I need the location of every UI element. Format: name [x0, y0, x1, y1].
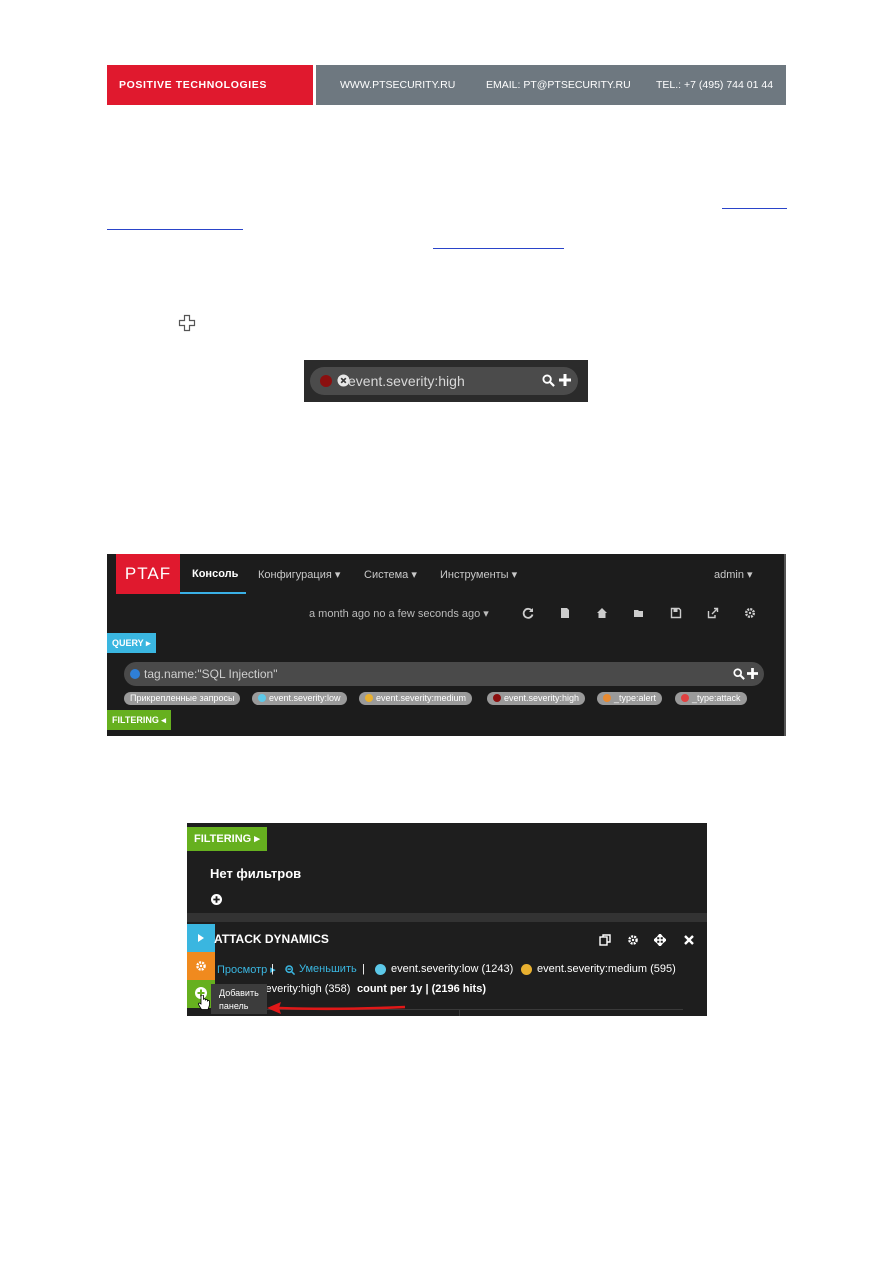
phone-number: TEL.: +7 (495) 744 01 44: [656, 79, 774, 91]
zoom-out-button[interactable]: Уменьшить: [299, 963, 357, 975]
legend-dot-icon: [375, 964, 386, 975]
link-underline[interactable]: [433, 248, 564, 249]
link-underline[interactable]: [722, 208, 787, 209]
share-icon[interactable]: [707, 607, 719, 619]
scrollbar[interactable]: [784, 554, 786, 736]
ptaf-console-screenshot: PTAF Консоль Конфигурация ▾ Система ▾ Ин…: [107, 554, 786, 736]
search-bar-screenshot: event.severity:high: [304, 360, 588, 402]
time-range-picker[interactable]: a month ago no a few seconds ago ▾: [309, 607, 489, 620]
zoom-out-icon: [285, 965, 295, 975]
plus-outline-icon: [178, 314, 196, 332]
dot-icon: [365, 694, 373, 702]
website-link[interactable]: WWW.PTSECURITY.RU: [340, 65, 455, 105]
nav-system[interactable]: Система ▾: [364, 568, 417, 581]
nav-console[interactable]: Консоль: [192, 568, 238, 580]
chart-divider: [459, 1009, 460, 1016]
search-icon[interactable]: [542, 374, 555, 387]
dot-icon: [603, 694, 611, 702]
add-query-icon[interactable]: [747, 668, 758, 679]
separator: |: [271, 963, 274, 975]
filtering-toggle-button[interactable]: FILTERING ▸: [187, 827, 267, 851]
header-contact-bar: WWW.PTSECURITY.RU EMAIL: PT@PTSECURITY.R…: [316, 65, 786, 105]
user-menu[interactable]: admin ▾: [714, 568, 753, 581]
add-filter-icon[interactable]: [211, 894, 222, 905]
tooltip-line: панель: [219, 1001, 249, 1011]
row-settings-button[interactable]: [187, 952, 215, 980]
settings-gear-icon[interactable]: [744, 607, 756, 619]
add-panel-tooltip: Добавить панель: [211, 984, 267, 1014]
nav-active-indicator: [180, 592, 246, 594]
query-toggle-button[interactable]: QUERY ▸: [107, 633, 156, 653]
header-brand-bar: POSITIVE TECHNOLOGIES: [107, 65, 313, 105]
pinned-queries-pill[interactable]: Прикрепленные запросы: [124, 692, 241, 705]
legend-severity-low[interactable]: event.severity:low (1243): [391, 963, 513, 975]
ptaf-logo[interactable]: PTAF: [116, 554, 180, 594]
nav-configuration[interactable]: Конфигурация ▾: [258, 568, 340, 581]
email-link[interactable]: EMAIL: PT@PTSECURITY.RU: [486, 65, 631, 105]
query-field[interactable]: event.severity:high: [310, 367, 578, 395]
pill-type-alert[interactable]: _type:alert: [597, 692, 663, 705]
severity-dot-icon: [320, 375, 332, 387]
pill-severity-high[interactable]: event.severity:high: [487, 692, 586, 705]
dot-icon: [493, 694, 501, 702]
nav-tools[interactable]: Инструменты ▾: [440, 568, 517, 581]
dot-icon: [681, 694, 689, 702]
caret-right-icon: [198, 934, 204, 942]
dot-icon: [258, 694, 266, 702]
query-input[interactable]: tag.name:"SQL Injection": [124, 662, 764, 686]
separator: |: [362, 963, 365, 975]
pill-severity-low[interactable]: event.severity:low: [252, 692, 347, 705]
pill-type-attack[interactable]: _type:attack: [675, 692, 747, 705]
duplicate-icon[interactable]: [599, 934, 611, 946]
new-document-icon[interactable]: [559, 607, 571, 619]
query-text: tag.name:"SQL Injection": [144, 667, 278, 681]
link-underline[interactable]: [107, 229, 243, 230]
no-filters-label: Нет фильтров: [210, 866, 302, 881]
filtering-toggle-button[interactable]: FILTERING ◂: [107, 710, 171, 730]
legend-severity-medium[interactable]: event.severity:medium (595): [537, 963, 676, 975]
gear-icon: [196, 961, 206, 971]
pill-severity-medium[interactable]: event.severity:medium: [359, 692, 473, 705]
search-icon[interactable]: [733, 668, 745, 680]
query-text: event.severity:high: [348, 373, 465, 389]
row-divider: [187, 913, 707, 922]
view-menu[interactable]: Просмотр ▸: [217, 963, 276, 976]
expand-row-button[interactable]: [187, 924, 215, 952]
close-icon[interactable]: [683, 934, 695, 946]
panel-settings-gear-icon[interactable]: [627, 934, 639, 946]
move-icon[interactable]: [654, 934, 666, 946]
save-icon[interactable]: [670, 607, 682, 619]
refresh-icon[interactable]: [522, 607, 534, 619]
hand-cursor-icon: [197, 995, 210, 1010]
home-icon[interactable]: [596, 607, 608, 619]
panel-title: ATTACK DYNAMICS: [214, 932, 329, 946]
brand-name: POSITIVE TECHNOLOGIES: [119, 79, 267, 91]
tooltip-line: Добавить: [219, 988, 259, 998]
add-query-icon[interactable]: [559, 374, 571, 386]
query-color-dot-icon: [130, 669, 140, 679]
dashboard-panel-screenshot: FILTERING ▸ Нет фильтров ATTACK DYNAMICS…: [187, 823, 707, 1016]
count-summary: count per 1y | (2196 hits): [357, 983, 487, 995]
open-folder-icon[interactable]: [633, 607, 645, 619]
legend-dot-icon: [521, 964, 532, 975]
red-arrow-annotation: [267, 1002, 406, 1014]
